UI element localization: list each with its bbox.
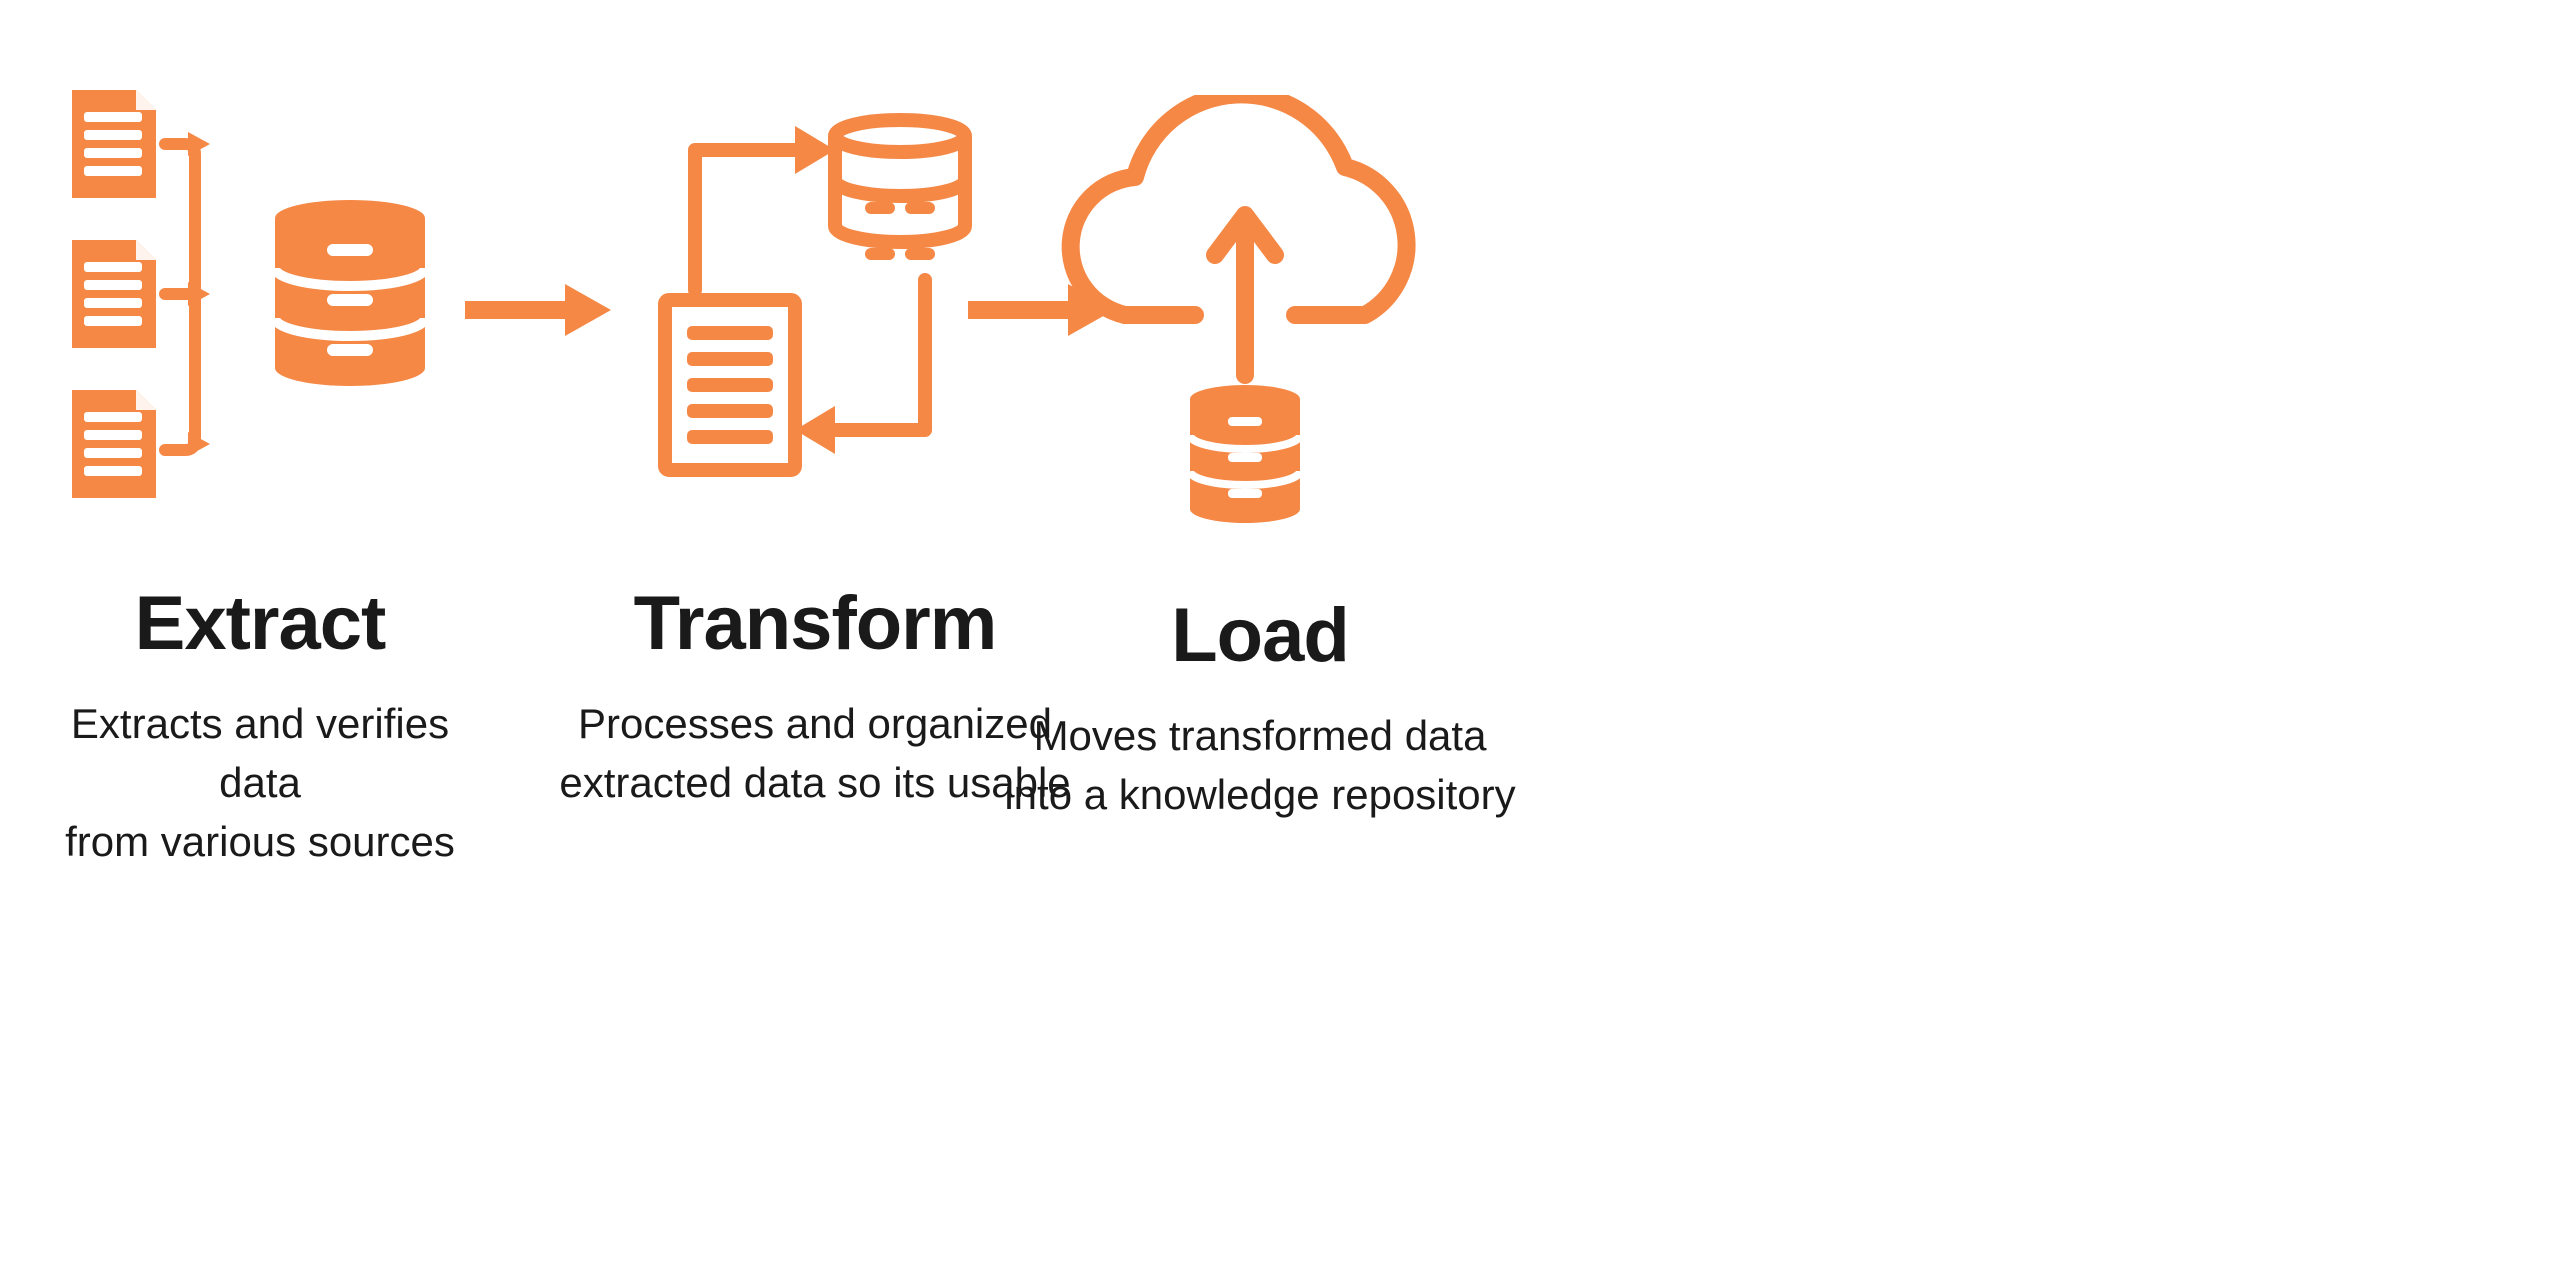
transform-graphic	[635, 90, 995, 510]
load-section: Load Moves transformed data into a knowl…	[990, 592, 1530, 825]
load-description: Moves transformed data into a knowledge …	[990, 707, 1530, 825]
extract-section: Extract Extracts and verifies data from …	[60, 580, 460, 871]
etl-diagram: Extract Extracts and verifies data from …	[0, 0, 2560, 1280]
extract-description: Extracts and verifies data from various …	[60, 695, 460, 871]
extract-graphic	[70, 90, 450, 510]
extract-title: Extract	[60, 580, 460, 667]
arrow-1-icon	[465, 280, 615, 340]
load-title: Load	[990, 592, 1530, 679]
load-graphic	[1015, 95, 1475, 535]
